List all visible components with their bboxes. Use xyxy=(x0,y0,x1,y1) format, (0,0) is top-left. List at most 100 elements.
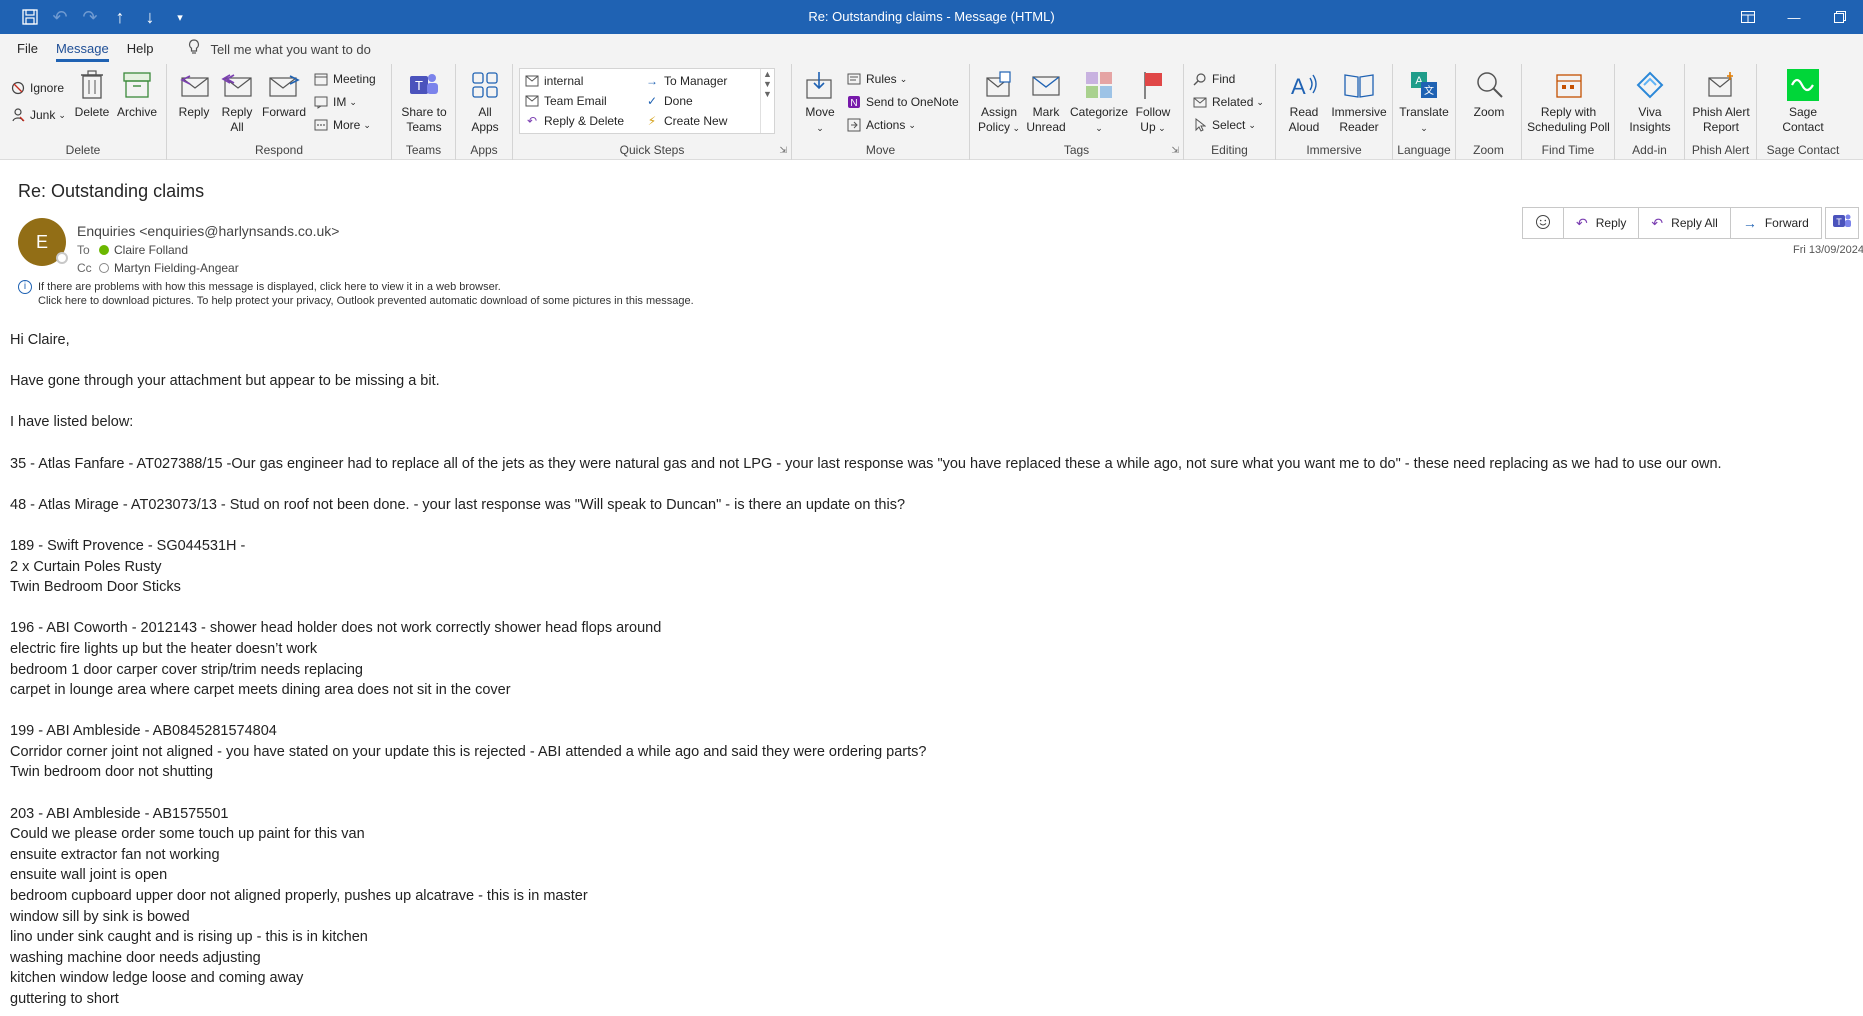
to-recipient[interactable]: Claire Folland xyxy=(114,243,188,257)
body-line: kitchen window ledge loose and coming aw… xyxy=(10,970,304,987)
actions-button[interactable]: Actions ⌄ xyxy=(846,115,916,135)
restore-icon[interactable] xyxy=(1817,0,1863,34)
move-icon xyxy=(803,68,837,102)
sender-name[interactable]: Enquiries <enquiries@harlynsands.co.uk> xyxy=(77,223,339,239)
emoji-reaction-button[interactable] xyxy=(1523,208,1564,238)
more-respond-button[interactable]: More ⌄ xyxy=(313,115,371,135)
body-line: Twin bedroom door not shutting xyxy=(10,764,214,781)
body-line: Have gone through your attachment but ap… xyxy=(10,373,440,390)
reader-label-1: Immersive xyxy=(1331,105,1387,119)
quick-step-label: Done xyxy=(664,94,693,108)
mark-unread-button[interactable]: Mark Unread xyxy=(1024,68,1068,135)
reply-scheduling-poll-button[interactable]: Reply with Scheduling Poll xyxy=(1522,68,1615,135)
group-immersive: A Read Aloud Immersive Reader Immersive xyxy=(1276,64,1393,160)
quick-step-done[interactable]: ✓ Done xyxy=(644,91,693,111)
tell-me-search[interactable]: Tell me what you want to do xyxy=(188,39,371,59)
assign-label-1: Assign xyxy=(980,105,1018,119)
body-line: bedroom cupboard upper door not aligned … xyxy=(10,888,588,905)
categorize-button[interactable]: Categorize ⌄ xyxy=(1068,68,1130,136)
info-bar[interactable]: i If there are problems with how this me… xyxy=(18,280,694,308)
group-label-respond: Respond xyxy=(254,143,304,157)
all-apps-button[interactable]: All Apps xyxy=(462,68,508,135)
phish-alert-report-button[interactable]: Phish Alert Report xyxy=(1687,68,1755,135)
immersive-reader-button[interactable]: Immersive Reader xyxy=(1328,68,1390,135)
phish-label-2: Report xyxy=(1702,120,1740,134)
forward-button[interactable]: Forward xyxy=(259,68,309,120)
viva-insights-button[interactable]: Viva Insights xyxy=(1619,68,1681,135)
ignore-button[interactable]: Ignore xyxy=(10,78,64,98)
group-tags: Assign Policy ⌄ Mark Unread Categorize ⌄ Fo… xyxy=(970,64,1184,160)
group-quick-steps: internal Team Email ↶ Reply & Delete → T… xyxy=(513,64,792,160)
junk-label: Junk xyxy=(30,108,56,122)
send-to-onenote-button[interactable]: N Send to OneNote xyxy=(846,92,959,112)
meeting-button[interactable]: Meeting xyxy=(313,69,376,89)
tab-message[interactable]: Message xyxy=(47,34,118,64)
tab-file[interactable]: File xyxy=(8,34,47,64)
quick-steps-scroll[interactable]: ▲ ▼ ▼ xyxy=(760,69,774,133)
teams-chat-button[interactable]: T xyxy=(1825,207,1859,239)
group-label-apps: Apps xyxy=(470,143,498,157)
ribbon-display-options-icon[interactable] xyxy=(1725,0,1771,34)
reply-delete-icon: ↶ xyxy=(526,114,538,128)
minimize-icon[interactable]: — xyxy=(1771,0,1817,34)
message-body: Hi Claire, Have gone through your attachm… xyxy=(10,330,1860,1010)
group-label-add-in: Add-in xyxy=(1632,143,1667,157)
related-button[interactable]: Related ⌄ xyxy=(1192,92,1264,112)
translate-icon: A文 xyxy=(1407,68,1441,102)
follow-up-button[interactable]: Follow Up ⌄ xyxy=(1130,68,1176,136)
read-label-2: Aloud xyxy=(1288,120,1320,134)
checkmark-icon: ✓ xyxy=(646,94,658,108)
svg-text:T: T xyxy=(1836,217,1842,227)
junk-button[interactable]: Junk ⌄ xyxy=(10,105,66,125)
move-label: Move xyxy=(805,105,835,119)
teams-chat-icon: T xyxy=(1832,212,1852,235)
actions-icon xyxy=(846,117,862,133)
tab-help[interactable]: Help xyxy=(118,34,163,64)
reply-all-button[interactable]: Reply All xyxy=(217,68,257,135)
body-line: 189 - Swift Provence - SG044531H - xyxy=(10,537,246,554)
to-line: To Claire Folland xyxy=(77,243,188,257)
rules-button[interactable]: Rules ⌄ xyxy=(846,69,907,89)
read-aloud-button[interactable]: A Read Aloud xyxy=(1282,68,1326,135)
rules-icon xyxy=(846,71,862,87)
svg-text:A: A xyxy=(1291,74,1306,99)
select-button[interactable]: Select ⌄ xyxy=(1192,115,1256,135)
find-button[interactable]: Find xyxy=(1192,69,1235,89)
delete-button[interactable]: Delete xyxy=(72,68,112,120)
quick-step-to-manager[interactable]: → To Manager xyxy=(644,71,727,91)
zoom-icon xyxy=(1472,68,1506,102)
im-button[interactable]: IM ⌄ xyxy=(313,92,357,112)
svg-text:N: N xyxy=(850,98,857,109)
cc-label: Cc xyxy=(77,261,92,275)
translate-button[interactable]: A文 Translate ⌄ xyxy=(1395,68,1453,136)
assign-policy-button[interactable]: Assign Policy ⌄ xyxy=(976,68,1022,136)
info-line-view-in-browser[interactable]: If there are problems with how this mess… xyxy=(38,280,694,294)
quick-step-create-new[interactable]: ⚡ Create New xyxy=(644,111,728,131)
immersive-reader-icon xyxy=(1342,68,1376,102)
arrow-right-icon: → xyxy=(646,74,658,88)
more-icon xyxy=(313,117,329,133)
body-line: 35 - Atlas Fanfare - AT027388/15 -Our ga… xyxy=(10,455,1722,472)
body-line: ensuite wall joint is open xyxy=(10,867,168,884)
sage-contact-button[interactable]: Sage Contact xyxy=(1759,68,1847,135)
header-forward-button[interactable]: → Forward xyxy=(1731,208,1821,238)
header-reply-all-button[interactable]: ↶ Reply All xyxy=(1639,208,1731,238)
cc-recipient[interactable]: Martyn Fielding-Angear xyxy=(114,261,239,275)
envelope-icon xyxy=(524,73,540,89)
zoom-button[interactable]: Zoom xyxy=(1464,68,1514,120)
header-reply-button[interactable]: ↶ Reply xyxy=(1564,208,1640,238)
quick-step-label: internal xyxy=(544,74,584,88)
share-to-teams-button[interactable]: T Share to Teams xyxy=(396,68,452,135)
viva-label-1: Viva xyxy=(1638,105,1662,119)
info-line-download-pictures[interactable]: Click here to download pictures. To help… xyxy=(38,294,694,308)
quick-step-reply-delete[interactable]: ↶ Reply & Delete xyxy=(524,111,624,131)
title-bar: ↶ ↷ ↑ ↓ ▾ Re: Outstanding claims - Messa… xyxy=(0,0,1863,34)
quick-step-team-email[interactable]: Team Email xyxy=(524,91,607,111)
quick-step-internal[interactable]: internal xyxy=(524,71,583,91)
reply-button[interactable]: Reply xyxy=(175,68,213,120)
archive-button[interactable]: Archive xyxy=(114,68,160,120)
archive-icon xyxy=(120,68,154,102)
move-button[interactable]: Move ⌄ xyxy=(800,68,840,136)
zoom-label: Zoom xyxy=(1473,105,1505,119)
